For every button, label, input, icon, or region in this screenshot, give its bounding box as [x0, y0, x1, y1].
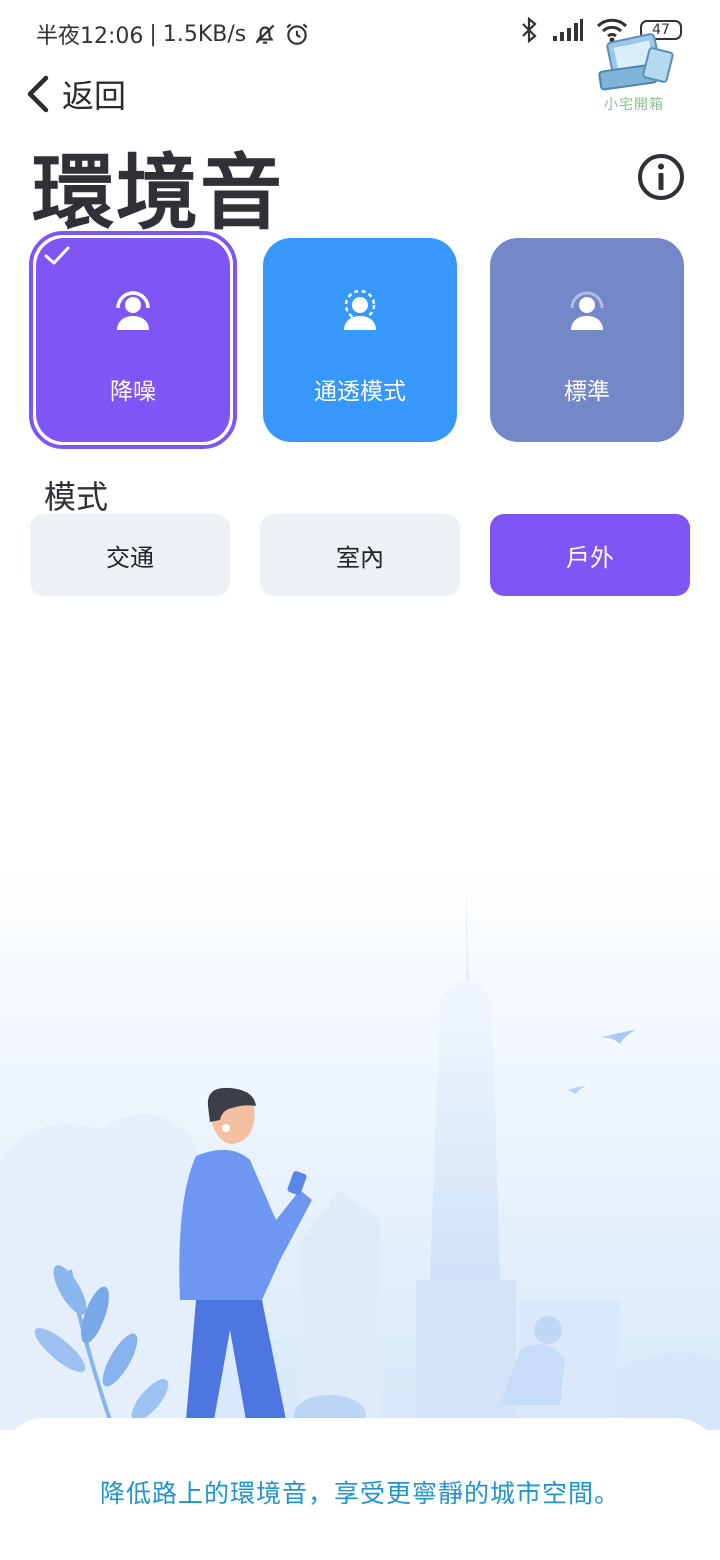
back-label: 返回: [62, 77, 127, 115]
check-icon: [44, 246, 70, 265]
info-icon[interactable]: [636, 152, 686, 202]
chevron-left-icon: [27, 75, 49, 113]
signal-icon: [553, 19, 583, 41]
city-walker-illustration: [0, 860, 720, 1430]
anc-card-standard[interactable]: 標準: [490, 238, 684, 442]
mode-heading: 模式: [44, 478, 109, 516]
watermark-text: 小宅開箱: [604, 97, 664, 113]
mode-option-outdoor[interactable]: 戶外: [490, 514, 690, 596]
status-separator: |: [149, 21, 157, 47]
mute-bell-icon: [255, 24, 275, 44]
person-icon: [570, 291, 604, 330]
anc-card-label: 標準: [564, 379, 610, 405]
mode-option-indoor[interactable]: 室內: [260, 514, 460, 596]
anc-card-label: 通透模式: [314, 379, 406, 405]
status-left: 半夜12:06 | 1.5KB/s: [36, 18, 310, 50]
bluetooth-icon: [522, 16, 537, 44]
alarm-icon: [286, 23, 308, 45]
status-time: 半夜12:06: [36, 24, 144, 49]
person-headset-icon: [116, 291, 150, 330]
anc-card-noise-cancel[interactable]: 降噪: [36, 238, 230, 442]
person-dashed-ring-icon: [344, 289, 376, 330]
anc-card-label: 降噪: [110, 379, 156, 405]
anc-card-transparency[interactable]: 通透模式: [263, 238, 457, 442]
mode-option-traffic[interactable]: 交通: [30, 514, 230, 596]
mode-description: 降低路上的環境音，享受更寧靜的城市空間。: [99, 1479, 620, 1508]
page-title: 環境音: [32, 146, 285, 241]
back-button[interactable]: 返回: [24, 70, 126, 118]
status-network-speed: 1.5KB/s: [162, 21, 247, 47]
